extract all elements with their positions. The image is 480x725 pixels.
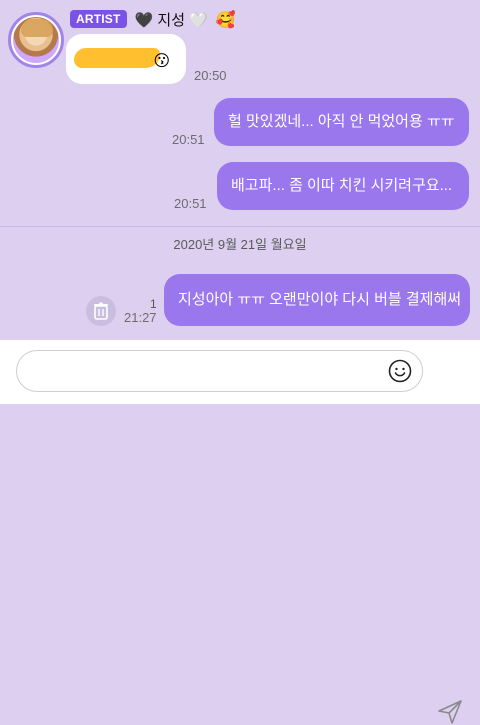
unread-count: 1 — [150, 297, 157, 311]
delete-button[interactable] — [86, 296, 116, 326]
message-text: 지성아아 ㅠㅠ 오랜만이야 다시 버블 결제해써 — [178, 291, 462, 308]
message-text: 헐 맛있겠네... 아직 안 먹었어용 ㅠㅠ — [228, 113, 455, 130]
message-input[interactable] — [16, 350, 423, 392]
artist-badge: ARTIST — [70, 10, 127, 28]
avatar-hair — [21, 19, 53, 37]
artist-name: 🖤 지성 🤍 — [135, 9, 208, 30]
chat-area[interactable]: ARTIST 🖤 지성 🤍 🥰 😗 20:50 헐 맛있겠네... 아직 안 먹… — [0, 0, 480, 340]
artist-name-text: 지성 — [157, 11, 185, 29]
kissing-face-emoji: 😗 — [153, 51, 170, 70]
smiley-icon[interactable] — [388, 359, 412, 383]
message-timestamp: 20:51 — [174, 196, 207, 211]
send-icon[interactable] — [437, 699, 463, 725]
smiling-hearts-emoji: 🥰 — [215, 9, 236, 29]
composer-bar — [0, 340, 480, 724]
trash-icon — [93, 302, 109, 320]
black-heart-emoji: 🖤 — [134, 11, 154, 29]
message-timestamp: 21:27 — [124, 310, 157, 325]
artist-avatar[interactable] — [8, 12, 64, 68]
redacted-text-scribble — [74, 48, 160, 68]
outgoing-message-bubble[interactable]: 배고파... 좀 이따 치킨 시키려구요... — [217, 162, 469, 210]
outgoing-message-bubble[interactable]: 헐 맛있겠네... 아직 안 먹었어용 ㅠㅠ — [214, 98, 469, 146]
outgoing-message-bubble[interactable]: 지성아아 ㅠㅠ 오랜만이야 다시 버블 결제해써 — [164, 274, 470, 326]
message-timestamp: 20:50 — [194, 68, 227, 83]
message-timestamp: 20:51 — [172, 132, 205, 147]
artist-header: ARTIST 🖤 지성 🤍 🥰 — [70, 8, 236, 30]
message-text: 배고파... 좀 이따 치킨 시키려구요... — [231, 177, 453, 194]
date-label: 2020년 9월 21일 월요일 — [173, 237, 307, 252]
date-divider — [0, 226, 480, 227]
incoming-message-bubble[interactable]: 😗 — [66, 34, 186, 84]
white-heart-emoji: 🤍 — [189, 11, 208, 29]
